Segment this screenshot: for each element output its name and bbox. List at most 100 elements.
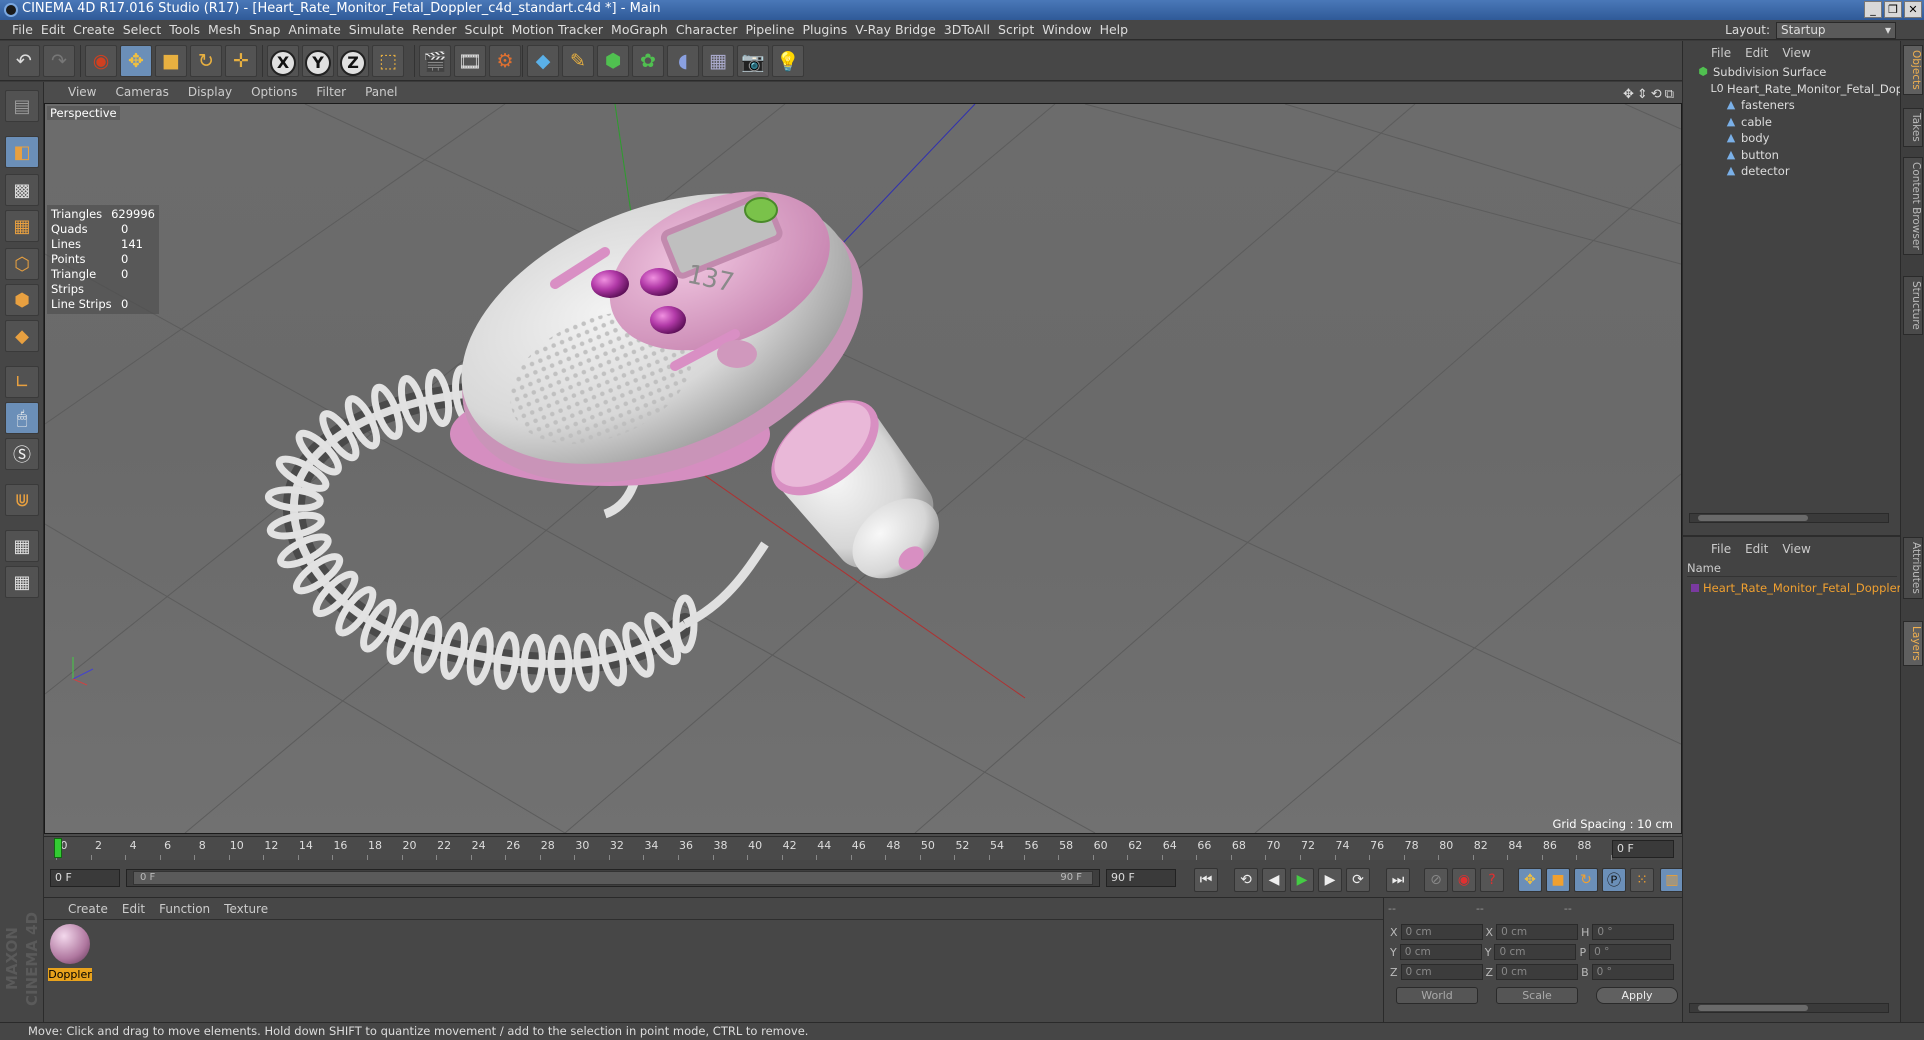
cloner-icon[interactable]: ✿ — [632, 45, 664, 77]
coord-field[interactable]: 0 ° — [1589, 944, 1672, 960]
camera-icon[interactable]: 📷 — [737, 45, 769, 77]
material-swatch[interactable]: Doppler — [48, 924, 92, 986]
viewport-menu-filter[interactable]: Filter — [316, 82, 346, 103]
menu-window[interactable]: Window — [1042, 20, 1099, 39]
viewport-3d[interactable]: 137 Perspective Triangles 629996 Quads 0 Lin… — [44, 103, 1682, 834]
object_manager-menu-view[interactable]: View — [1782, 43, 1810, 63]
menu-v-ray-bridge[interactable]: V-Ray Bridge — [855, 20, 944, 39]
autokey-icon[interactable]: ◉ — [1452, 868, 1476, 892]
layer-color-swatch[interactable] — [1691, 584, 1699, 592]
floor-icon[interactable]: ▦ — [702, 45, 734, 77]
maximize-button[interactable]: ❐ — [1884, 1, 1902, 18]
undo-button[interactable]: ↶ — [8, 45, 40, 77]
start-frame-field[interactable]: 0 F — [50, 869, 120, 887]
next-key-icon[interactable]: ⟳ — [1346, 868, 1370, 892]
polygons-mode-icon[interactable]: ◆ — [5, 320, 39, 352]
apply-button[interactable]: Apply — [1596, 987, 1678, 1004]
coord-field[interactable]: 0 cm — [1496, 964, 1579, 980]
world-dropdown[interactable]: World — [1396, 987, 1478, 1004]
coord-field[interactable]: 0 ° — [1592, 924, 1675, 940]
key-rotation-icon[interactable]: ↻ — [1574, 868, 1598, 892]
key-scale-icon[interactable]: ■ — [1546, 868, 1570, 892]
menu-select[interactable]: Select — [123, 20, 170, 39]
material-menu-texture[interactable]: Texture — [224, 898, 268, 920]
layout-dropdown[interactable]: Startup — [1776, 22, 1896, 39]
frame-ruler[interactable]: 0 2 4 6 8 10 12 14 16 18 20 22 24 26 28 30 32 34 36 38 40 42 4… — [54, 837, 1626, 861]
menu-motion-tracker[interactable]: Motion Tracker — [512, 20, 611, 39]
menu-plugins[interactable]: Plugins — [802, 20, 855, 39]
maximize-view-icon[interactable]: ⧉ — [1665, 84, 1674, 105]
move-tool-icon[interactable]: ✥ — [120, 45, 152, 77]
object-row[interactable]: ▲ cable — [1725, 113, 1772, 131]
coordinate-system-icon[interactable]: ⬚ — [372, 45, 404, 77]
menu-snap[interactable]: Snap — [249, 20, 288, 39]
dolly-icon[interactable]: ⇕ — [1637, 84, 1648, 105]
menu-file[interactable]: File — [12, 20, 41, 39]
key-pla-icon[interactable]: ⁙ — [1630, 868, 1654, 892]
viewport-menu-display[interactable]: Display — [188, 82, 232, 103]
cube-icon[interactable]: ◆ — [527, 45, 559, 77]
locked-workplane-icon[interactable]: ▦ — [5, 566, 39, 598]
material-menu-create[interactable]: Create — [68, 898, 108, 920]
layer-scrollbar[interactable] — [1689, 1003, 1889, 1013]
previous-key-icon[interactable]: ⟲ — [1234, 868, 1258, 892]
layer-name-column[interactable]: Name — [1687, 559, 1897, 577]
points-mode-icon[interactable]: ⬡ — [5, 248, 39, 280]
menu-mesh[interactable]: Mesh — [208, 20, 249, 39]
layer-row[interactable]: Heart_Rate_Monitor_Fetal_Doppler — [1691, 579, 1901, 597]
close-button[interactable]: ✕ — [1904, 1, 1922, 18]
render-settings-icon[interactable]: ⚙ — [489, 45, 521, 77]
deformer-icon[interactable]: ◖ — [667, 45, 699, 77]
snap-icon[interactable]: Ⓢ — [5, 438, 39, 470]
object-row[interactable]: ▲ fasteners — [1725, 96, 1795, 114]
menu-mograph[interactable]: MoGraph — [611, 20, 676, 39]
texture-mode-icon[interactable]: ▩ — [5, 174, 39, 206]
menu-script[interactable]: Script — [998, 20, 1042, 39]
last-tool-icon[interactable]: ✛ — [225, 45, 257, 77]
viewport-menu-cameras[interactable]: Cameras — [115, 82, 168, 103]
viewport-menu-panel[interactable]: Panel — [365, 82, 397, 103]
menu-help[interactable]: Help — [1100, 20, 1137, 39]
coord-field[interactable]: 0 cm — [1496, 924, 1579, 940]
axis-mode-icon[interactable]: ∟ — [5, 366, 39, 398]
layer_manager-menu-view[interactable]: View — [1782, 539, 1810, 559]
scale-dropdown[interactable]: Scale — [1496, 987, 1578, 1004]
object-row[interactable]: ▲ detector — [1725, 162, 1790, 180]
material-preview-ball[interactable] — [50, 924, 90, 964]
object-row[interactable]: ▲ body — [1725, 129, 1770, 147]
layer_manager-menu-file[interactable]: File — [1711, 539, 1731, 559]
material-name[interactable]: Doppler — [48, 968, 92, 981]
side-tab-layers[interactable]: Layers — [1903, 621, 1923, 666]
menu-3dtoall[interactable]: 3DToAll — [944, 20, 998, 39]
live-selection-icon[interactable]: ◉ — [85, 45, 117, 77]
frame-range-slider[interactable]: 0 F 90 F — [126, 869, 1100, 887]
side-tab-objects[interactable]: Objects — [1903, 45, 1923, 95]
material-menu-function[interactable]: Function — [159, 898, 210, 920]
workplane-icon[interactable]: ▦ — [5, 210, 39, 242]
scale-tool-icon[interactable]: ■ — [155, 45, 187, 77]
record-keys-icon[interactable]: ⊘ — [1424, 868, 1448, 892]
playhead-marker[interactable] — [54, 838, 62, 858]
menu-character[interactable]: Character — [676, 20, 746, 39]
subdivision-icon[interactable]: ⬢ — [597, 45, 629, 77]
menu-simulate[interactable]: Simulate — [349, 20, 412, 39]
rotate-tool-icon[interactable]: ↻ — [190, 45, 222, 77]
model-mode-icon[interactable]: ◧ — [5, 136, 39, 168]
edges-mode-icon[interactable]: ⬢ — [5, 284, 39, 316]
keyframe-selection-icon[interactable]: ? — [1480, 868, 1504, 892]
object-tree-scrollbar[interactable] — [1689, 513, 1889, 523]
goto-start-icon[interactable]: ⏮ — [1194, 868, 1218, 892]
play-icon[interactable]: ▶ — [1290, 868, 1314, 892]
end-frame-field[interactable]: 90 F — [1106, 869, 1176, 887]
side-tab-structure[interactable]: Structure — [1903, 276, 1923, 335]
coord-field[interactable]: 0 ° — [1591, 964, 1674, 980]
tweak-mode-icon[interactable]: 🖱 — [5, 402, 39, 434]
side-tab-takes[interactable]: Takes — [1903, 108, 1923, 147]
viewport-menu-view[interactable]: View — [68, 82, 96, 103]
coord-field[interactable]: 0 cm — [1399, 944, 1482, 960]
timeline-ruler[interactable]: 0 2 4 6 8 10 12 14 16 18 20 22 24 26 28 30 32 34 36 38 40 42 4… — [44, 836, 1682, 861]
render-view-icon[interactable]: 🎬 — [419, 45, 451, 77]
menu-sculpt[interactable]: Sculpt — [465, 20, 512, 39]
range-slider-handle[interactable]: 0 F 90 F — [133, 871, 1093, 885]
viewport-menu-options[interactable]: Options — [251, 82, 297, 103]
